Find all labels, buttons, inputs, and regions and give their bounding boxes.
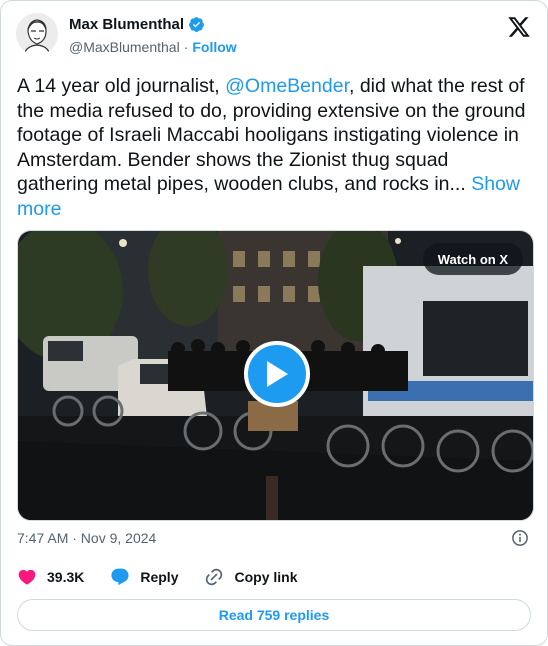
tweet-text-part: A 14 year old journalist, [17, 75, 226, 97]
avatar[interactable] [16, 13, 58, 55]
link-icon [206, 568, 223, 586]
mention-link[interactable]: @OmeBender [225, 75, 349, 97]
tweet-text: A 14 year old journalist, @OmeBender, di… [17, 74, 533, 221]
author-display-name[interactable]: Max Blumenthal [69, 16, 184, 33]
video-player[interactable]: Watch on X [17, 230, 534, 521]
watch-on-x-button[interactable]: Watch on X [422, 243, 523, 275]
separator-dot: · [183, 39, 189, 55]
read-replies-button[interactable]: Read 759 replies [17, 599, 531, 631]
info-icon[interactable] [511, 529, 529, 547]
play-button[interactable] [244, 341, 310, 407]
heart-icon [18, 569, 36, 585]
copy-link-label: Copy link [234, 569, 298, 585]
like-button[interactable]: 39.3K [17, 567, 84, 587]
action-bar: 39.3K Reply Copy link [17, 567, 324, 587]
avatar-sketch-icon [16, 13, 58, 55]
like-count: 39.3K [47, 569, 85, 585]
author-handle-row: @MaxBlumenthal · Follow [69, 39, 237, 55]
reply-bubble-icon [111, 568, 129, 586]
reply-label: Reply [140, 569, 179, 585]
x-logo-icon[interactable] [507, 15, 531, 39]
play-icon [267, 361, 288, 387]
copy-link-button[interactable]: Copy link [204, 567, 298, 587]
tweet-embed-card: Max Blumenthal @MaxBlumenthal · Follow A… [0, 0, 548, 646]
verified-badge-icon [189, 17, 204, 32]
author-name-row: Max Blumenthal [69, 16, 205, 33]
author-handle[interactable]: @MaxBlumenthal [69, 39, 180, 55]
reply-button[interactable]: Reply [110, 567, 178, 587]
tweet-timestamp[interactable]: 7:47 AM · Nov 9, 2024 [17, 530, 156, 546]
follow-button[interactable]: Follow [192, 39, 236, 55]
